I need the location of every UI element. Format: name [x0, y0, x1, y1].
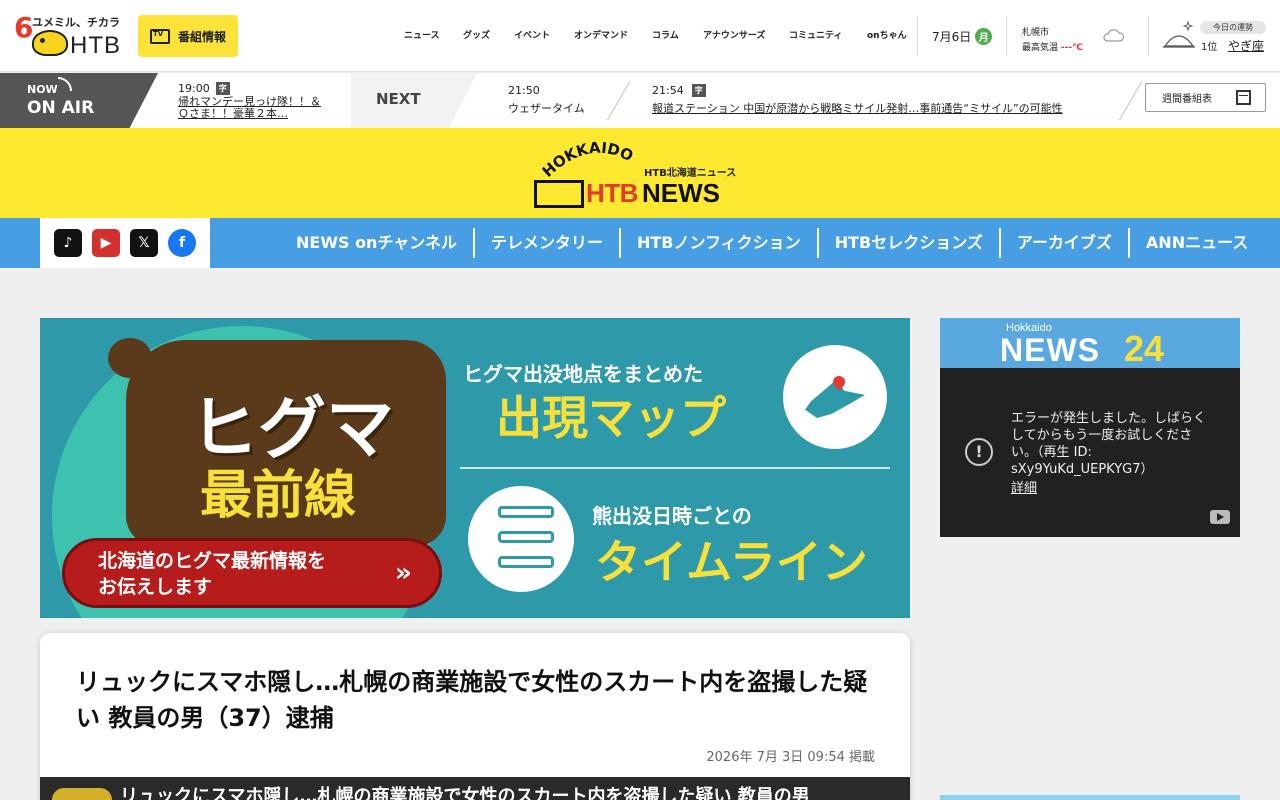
article-date: 2026年 7月 3日 09:54 掲載: [706, 750, 875, 765]
weather-city: 札幌市: [1022, 28, 1050, 38]
nav-item-1[interactable]: グッズ: [463, 26, 490, 46]
brand-news: NEWS: [642, 178, 720, 208]
hokkaido-arc-text: HOKKAIDO: [542, 140, 636, 180]
timeline-icon: [468, 486, 574, 592]
program-info-label: 番組情報: [177, 29, 226, 44]
nav-item-4[interactable]: コラム: [652, 26, 679, 46]
timeline-heading: 熊出没日時ごとの: [592, 504, 752, 528]
next2-program-link[interactable]: 報道ステーション 中国が原潜から戦略ミサイル発射…事前通告“ミサイル”の可能性: [652, 100, 1063, 116]
htb-news-logo[interactable]: HOKKAIDO HTB北海道ニュース HTB NEWS: [534, 138, 748, 212]
nav-item-6[interactable]: コミュニティ: [789, 26, 842, 46]
logo-six: 6: [14, 11, 34, 44]
caption-badge: 字: [215, 82, 230, 95]
banner-pill-text: 北海道のヒグマ最新情報を お伝えします: [98, 548, 326, 600]
brand-subtitle: HTB北海道ニュース: [644, 168, 737, 179]
caption-badge: 字: [691, 84, 706, 97]
calendar-icon: [1236, 90, 1251, 105]
map-title: 出現マップ: [496, 391, 726, 445]
sidebar-ad[interactable]: [940, 795, 1240, 800]
error-detail-link[interactable]: 詳細: [1011, 477, 1037, 496]
category-item-1[interactable]: テレメンタリー: [472, 228, 619, 258]
onair-now: NOW: [27, 83, 58, 96]
logo-tagline: ユメミル、チカラ: [32, 16, 120, 29]
divider: [1148, 16, 1149, 56]
weekday-badge: 月: [975, 27, 993, 45]
weather-temp: ---℃: [1060, 43, 1083, 53]
timeline-bar: [498, 531, 554, 543]
timeline-bar: [498, 506, 554, 518]
fortune-crystal-ball-icon: [1163, 20, 1195, 48]
timeline-title: タイムライン: [595, 535, 868, 589]
weather-widget[interactable]: 札幌市 最高気温 ---℃: [1022, 26, 1083, 56]
nav-item-5[interactable]: アナウンサーズ: [703, 26, 765, 46]
news24-banner: Hokkaido NEWS 24: [940, 318, 1240, 368]
fortune-rank: 1位: [1201, 42, 1218, 53]
timeline-bar: [498, 556, 554, 568]
divider: [1006, 16, 1007, 56]
x-icon[interactable]: 𝕏: [130, 229, 158, 257]
tv-icon: [149, 28, 170, 44]
broadcast-wave-icon: [58, 77, 72, 91]
weekly-schedule-label: 週間番組表: [1162, 94, 1212, 105]
category-items: NEWS onチャンネル テレメンタリー HTBノンフィクション HTBセレクションズ…: [288, 228, 1264, 258]
youtube-icon[interactable]: ▶: [92, 229, 120, 257]
htb-logo[interactable]: 6 ユメミル、チカラ HTB: [14, 12, 126, 60]
next-text: NEXT: [376, 90, 421, 108]
brand-tv-frame: [534, 180, 584, 208]
weather-label: 最高気温: [1022, 43, 1059, 53]
facebook-icon[interactable]: f: [168, 229, 196, 257]
program-info-button[interactable]: 番組情報: [138, 15, 238, 57]
nav-item-2[interactable]: イベント: [514, 26, 550, 46]
error-icon: !: [965, 438, 993, 466]
banner-pill-line: お伝えします: [98, 576, 213, 598]
divider: [917, 16, 918, 56]
brand-htb: HTB: [586, 178, 638, 208]
logo-htb: HTB: [70, 32, 121, 59]
social-links: ♪ ▶ 𝕏 f: [40, 218, 210, 268]
youtube-logo-icon[interactable]: [1210, 510, 1230, 524]
fortune-title: 今日の運勢: [1200, 21, 1266, 34]
nav-item-0[interactable]: ニュース: [404, 26, 440, 46]
today-date: 7月6日 月: [932, 27, 993, 45]
tiktok-icon[interactable]: ♪: [54, 229, 82, 257]
error-message: エラーが発生しました。しばらくしてからもう一度お試しください。（再生 ID: s…: [1011, 411, 1207, 477]
bear-frontline-banner[interactable]: ヒグマ 最前線 北海道のヒグマ最新情報を お伝えします » ヒグマ出没地点をまとめ…: [40, 318, 910, 618]
article-title[interactable]: リュックにスマホ隠し…札幌の商業施設で女性のスカート内を盗撮した疑い 教員の男（…: [76, 664, 876, 736]
onchan-mascot-icon: [32, 30, 68, 56]
category-item-5[interactable]: ANNニュース: [1127, 228, 1264, 258]
video-caption: リュックにスマホ隠し…札幌の商業施設で女性のスカート内を盗撮した疑い 教員の男: [120, 786, 810, 800]
category-item-2[interactable]: HTBノンフィクション: [618, 228, 817, 258]
cloud-icon: [1103, 29, 1124, 42]
date-text: 7月6日: [932, 29, 972, 44]
hokkaido-text: HOKKAIDO: [542, 140, 636, 180]
onair-text: ON AIR: [27, 98, 95, 118]
nav-item-7[interactable]: onちゃん: [867, 26, 907, 46]
banner-divider: [460, 467, 890, 469]
now-time-text: 19:00: [178, 82, 210, 95]
category-item-0[interactable]: NEWS onチャンネル: [288, 228, 473, 258]
category-item-4[interactable]: アーカイブズ: [998, 228, 1128, 258]
next1-title: ウェザータイム: [508, 102, 585, 115]
next2-time-text: 21:54: [652, 84, 684, 97]
double-chevron-icon: »: [395, 558, 412, 588]
fortune-sign-link[interactable]: やぎ座: [1228, 37, 1264, 54]
video-channel-logo: [52, 788, 112, 800]
nav-item-3[interactable]: オンデマンド: [574, 26, 628, 46]
news24-news: NEWS: [1000, 332, 1100, 368]
news24-number: 24: [1124, 328, 1165, 368]
banner-subtitle: 最前線: [200, 466, 357, 526]
banner-pill-line: 北海道のヒグマ最新情報を: [98, 550, 327, 572]
category-item-3[interactable]: HTBセレクションズ: [816, 228, 999, 258]
next1-time: 21:50: [508, 84, 540, 97]
now-program-time: 19:00 字: [178, 82, 230, 95]
next2-time: 21:54 字: [652, 84, 706, 97]
weekly-schedule-button[interactable]: 週間番組表: [1145, 83, 1266, 112]
svg-text:HOKKAIDO: HOKKAIDO: [542, 140, 636, 180]
